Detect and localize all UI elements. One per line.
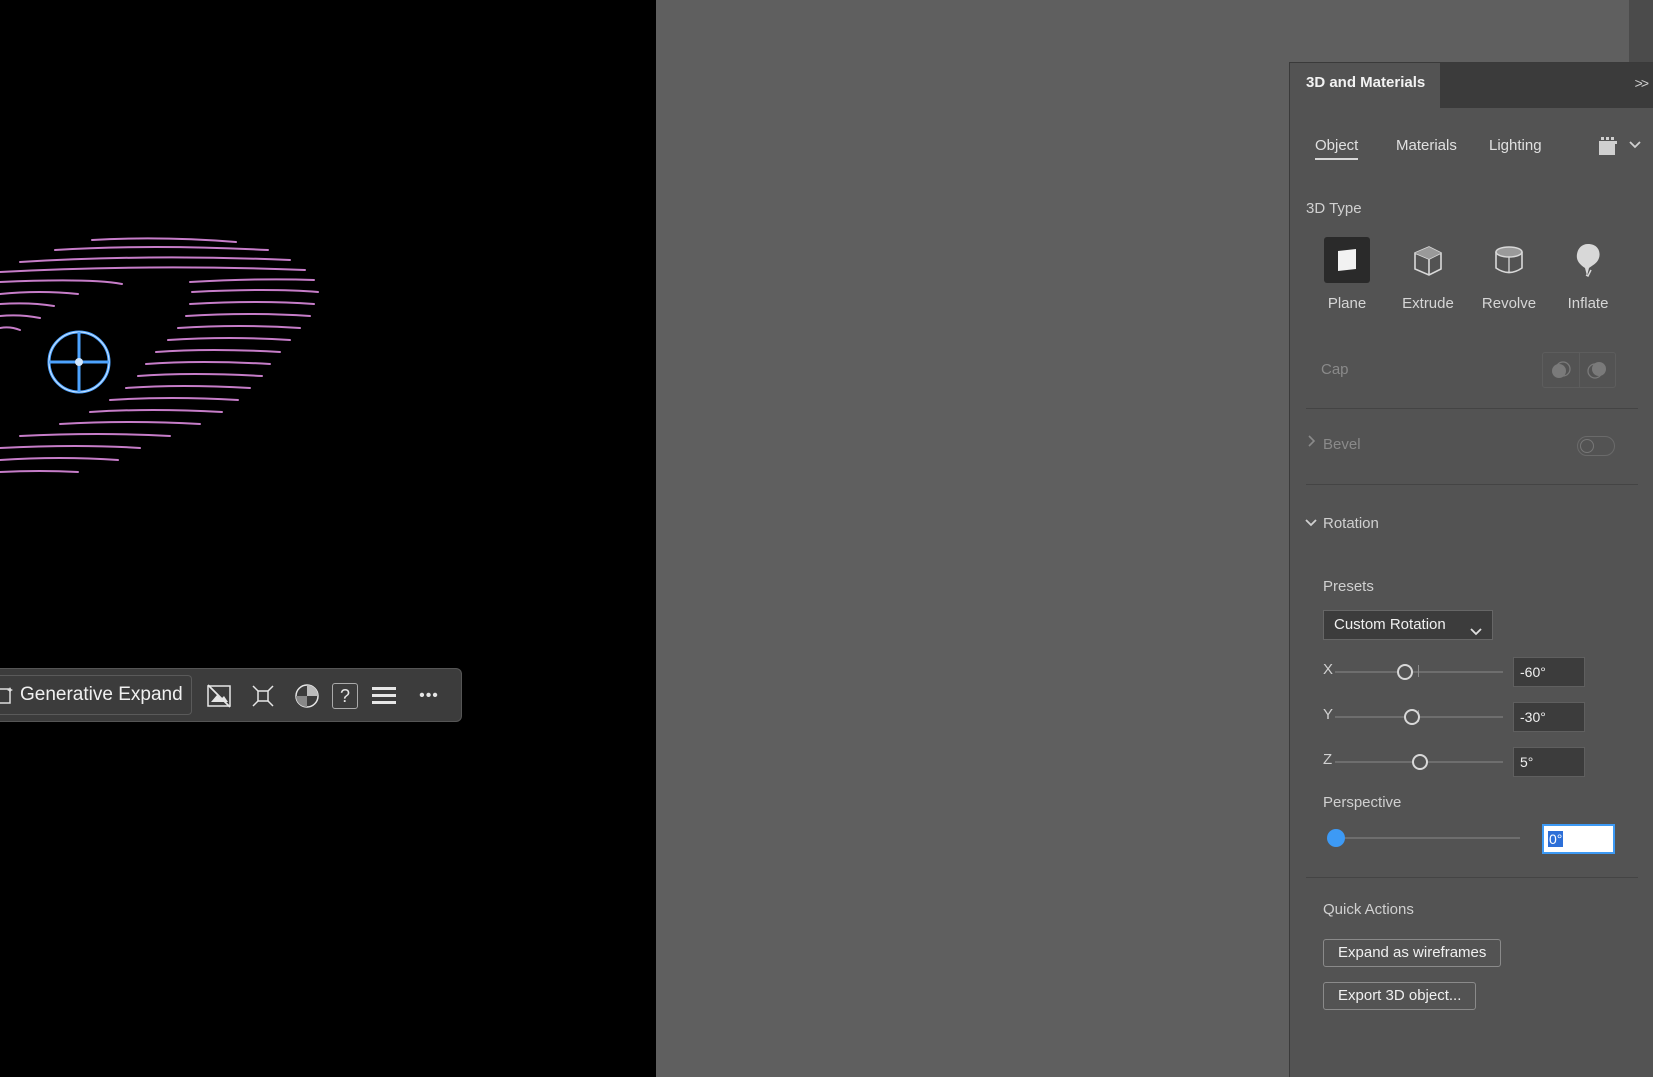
rotation-label[interactable]: Rotation [1323, 515, 1379, 532]
divider [1306, 408, 1638, 409]
quick-actions-label: Quick Actions [1323, 901, 1414, 918]
type-extrude-button[interactable]: Extrude [1395, 237, 1461, 312]
tab-materials[interactable]: Materials [1396, 137, 1457, 154]
panel-tabs: Object Materials Lighting [1290, 137, 1653, 161]
collapse-panel-icon[interactable]: >> [1635, 75, 1649, 91]
cap-off-button[interactable] [1578, 353, 1616, 387]
type-revolve-button[interactable]: Revolve [1476, 237, 1542, 312]
rotation-z-row: Z 5° [1323, 747, 1585, 777]
perspective-field-value: 0° [1548, 831, 1564, 847]
divider [1306, 877, 1638, 878]
chevron-down-icon[interactable] [1305, 516, 1317, 531]
artboard[interactable]: Generative Expand ? ••• [0, 0, 656, 1077]
bevel-toggle[interactable] [1577, 436, 1615, 456]
inflate-icon [1576, 244, 1600, 278]
presets-dropdown-value: Custom Rotation [1334, 616, 1446, 633]
perspective-label: Perspective [1323, 794, 1402, 811]
type-revolve-label: Revolve [1481, 295, 1537, 312]
generative-expand-button[interactable]: Generative Expand [0, 675, 192, 715]
type-inflate-label: Inflate [1567, 295, 1609, 312]
divider [1306, 484, 1638, 485]
z-slider-knob[interactable] [1412, 754, 1429, 770]
x-slider-center-tick [1418, 665, 1419, 677]
3d-materials-panel: 3D and Materials >> Object Materials Lig… [1289, 62, 1653, 1077]
expand-as-wireframes-button[interactable]: Expand as wireframes [1323, 939, 1502, 967]
recolor-icon[interactable] [294, 683, 320, 709]
panel-header: 3D and Materials >> [1290, 63, 1653, 108]
render-settings-icon[interactable] [1597, 135, 1619, 162]
generative-expand-icon [0, 687, 13, 704]
z-rotation-field[interactable]: 5° [1513, 747, 1585, 777]
chevron-right-icon[interactable] [1306, 435, 1316, 450]
help-icon[interactable]: ? [332, 683, 358, 709]
rotation-y-row: Y -30° [1323, 702, 1585, 732]
y-slider-knob[interactable] [1404, 709, 1420, 725]
perspective-slider-knob[interactable] [1327, 829, 1345, 847]
hide-image-icon[interactable] [206, 683, 232, 709]
revolve-icon [1495, 246, 1523, 274]
y-axis-label: Y [1323, 706, 1334, 723]
perspective-slider-track[interactable] [1334, 837, 1520, 839]
type-inflate-button[interactable]: Inflate [1555, 237, 1621, 312]
panel-title-tab[interactable]: 3D and Materials [1290, 63, 1440, 108]
bevel-toggle-knob [1580, 439, 1594, 453]
type-plane-label: Plane [1327, 295, 1367, 312]
generative-expand-label: Generative Expand [20, 684, 183, 705]
presets-dropdown[interactable]: Custom Rotation [1323, 610, 1493, 640]
z-axis-label: Z [1323, 751, 1333, 768]
type-plane-button[interactable]: Plane [1314, 237, 1380, 312]
contextual-taskbar: Generative Expand ? ••• [0, 668, 462, 722]
export-3d-object-button[interactable]: Export 3D object... [1323, 982, 1477, 1010]
extrude-icon [1414, 246, 1442, 276]
menu-icon[interactable] [371, 683, 397, 709]
rotation-x-row: X -60° [1323, 657, 1585, 687]
tab-object[interactable]: Object [1315, 137, 1359, 160]
x-slider-track[interactable] [1335, 671, 1503, 673]
bevel-label[interactable]: Bevel [1323, 436, 1361, 453]
x-slider-knob[interactable] [1397, 664, 1413, 680]
cap-off-icon [1587, 362, 1607, 379]
cap-on-icon [1551, 361, 1571, 378]
crop-fit-icon[interactable] [250, 683, 276, 709]
cap-on-button[interactable] [1543, 353, 1579, 387]
tab-lighting[interactable]: Lighting [1489, 137, 1542, 154]
cap-toggle-group [1542, 352, 1616, 388]
cap-label: Cap [1321, 361, 1349, 378]
chevron-down-icon[interactable] [1628, 137, 1642, 154]
vertical-scrollbar[interactable] [1629, 0, 1653, 64]
3d-type-label: 3D Type [1306, 200, 1362, 217]
plane-icon [1338, 249, 1356, 271]
y-rotation-field[interactable]: -30° [1513, 702, 1585, 732]
more-icon[interactable]: ••• [416, 683, 442, 709]
perspective-field[interactable]: 0° [1542, 824, 1615, 854]
chevron-down-icon [1470, 619, 1482, 647]
x-rotation-field[interactable]: -60° [1513, 657, 1585, 687]
target-center-icon[interactable] [44, 327, 114, 397]
x-axis-label: X [1323, 661, 1334, 678]
type-extrude-label: Extrude [1402, 295, 1454, 312]
presets-label: Presets [1323, 578, 1374, 595]
